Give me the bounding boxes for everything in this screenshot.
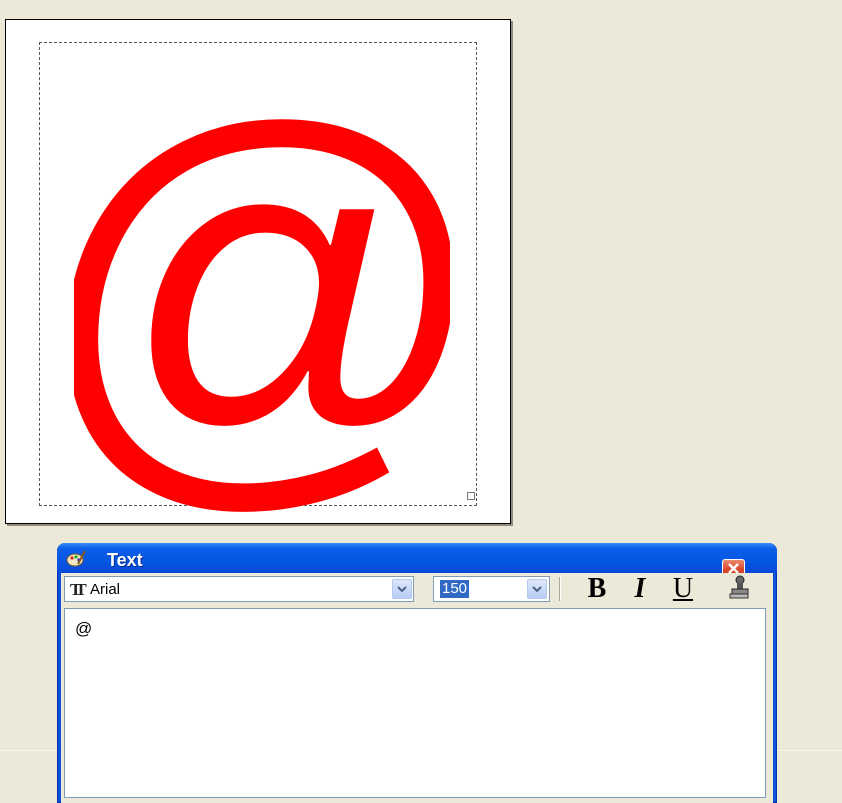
at-sign-text: @ — [74, 72, 450, 512]
bold-button[interactable]: B — [581, 573, 613, 604]
dialog-title: Text — [107, 550, 143, 570]
font-family-select[interactable]: TT Arial — [64, 576, 414, 602]
text-object-glyph[interactable]: @ — [74, 72, 450, 512]
text-input-area[interactable]: @ — [64, 608, 766, 798]
drawing-canvas[interactable]: @ — [5, 19, 511, 524]
text-dialog: Text TT Arial 150 B I U @ — [57, 543, 777, 803]
italic-button[interactable]: I — [624, 573, 656, 604]
dialog-client-area: TT Arial 150 B I U @ — [61, 573, 773, 803]
font-tt-icon: TT — [70, 580, 87, 599]
stamp-icon — [728, 575, 750, 607]
chevron-down-icon — [397, 580, 407, 598]
at-sign-graphic: @ — [74, 72, 450, 512]
font-dropdown-button[interactable] — [392, 579, 412, 599]
underline-button[interactable]: U — [667, 573, 699, 604]
chevron-down-icon — [532, 580, 542, 598]
stamp-button[interactable] — [723, 575, 755, 607]
resize-handle[interactable] — [467, 492, 475, 500]
dialog-titlebar[interactable]: Text — [57, 543, 777, 582]
font-size-value[interactable]: 150 — [440, 580, 470, 598]
font-size-select[interactable]: 150 — [433, 576, 550, 602]
size-dropdown-button[interactable] — [527, 579, 547, 599]
font-family-value: Arial — [90, 581, 121, 598]
text-input-value: @ — [75, 619, 93, 638]
paint-palette-icon — [66, 550, 86, 568]
toolbar-separator — [559, 577, 561, 601]
